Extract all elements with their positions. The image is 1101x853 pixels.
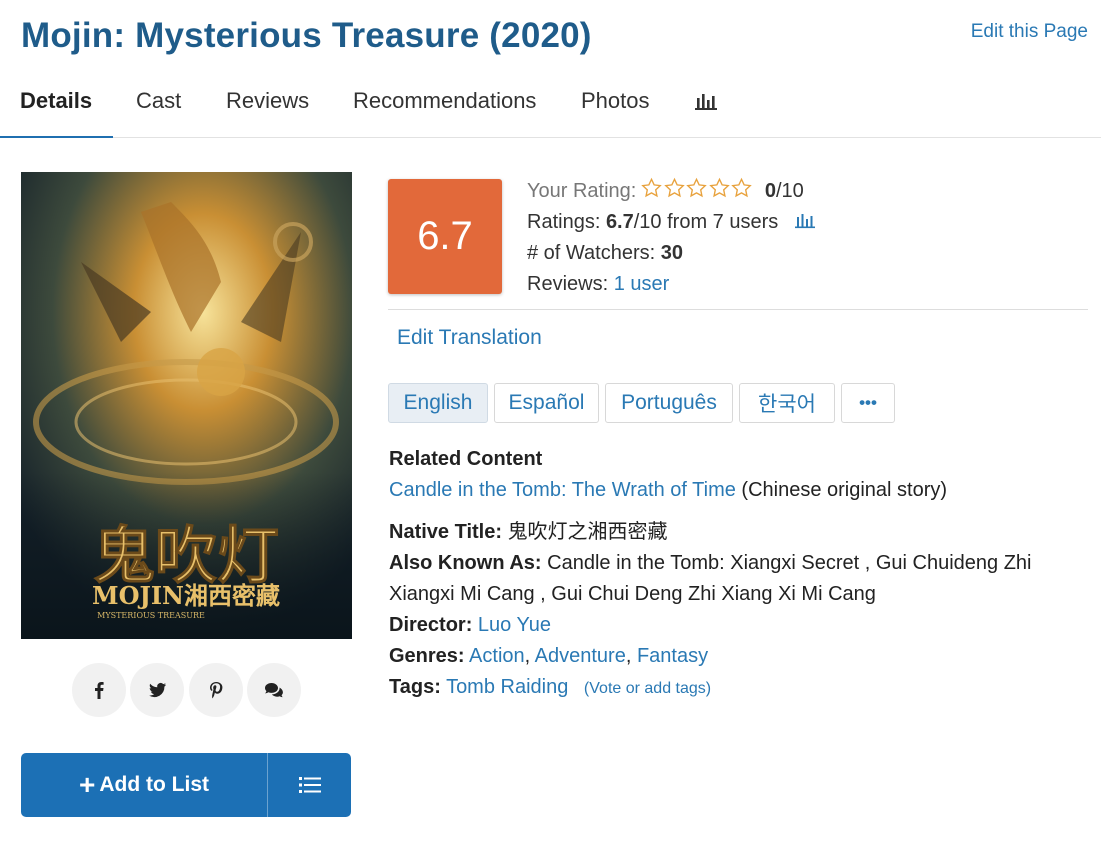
reviews-row: Reviews: 1 user xyxy=(527,269,816,300)
director-label: Director: xyxy=(389,614,473,636)
pinterest-icon xyxy=(210,682,223,699)
aka-value-2: Xiangxi Mi Cang , Gui Chui Deng Zhi Xian… xyxy=(389,583,876,605)
reviews-label: Reviews: xyxy=(527,273,609,295)
edit-translation-link[interactable]: Edit Translation xyxy=(397,326,542,350)
list-options-button[interactable] xyxy=(268,753,351,817)
lang-espanol-button[interactable]: Español xyxy=(494,383,599,423)
watchers-row: # of Watchers: 30 xyxy=(527,238,816,269)
share-pinterest-button[interactable] xyxy=(189,663,243,717)
share-twitter-button[interactable] xyxy=(130,663,184,717)
genre-link[interactable]: Adventure xyxy=(535,645,626,667)
share-facebook-button[interactable] xyxy=(72,663,126,717)
active-tab-indicator xyxy=(0,136,113,138)
comments-icon xyxy=(265,683,283,698)
lang-korean-button[interactable]: 한국어 xyxy=(739,383,835,423)
aka-value-1: Candle in the Tomb: Xiangxi Secret , Gui… xyxy=(547,552,1032,574)
tab-photos[interactable]: Photos xyxy=(581,88,650,114)
list-icon xyxy=(298,777,321,793)
aka-label: Also Known As: xyxy=(389,552,542,574)
tab-bar: Details Cast Reviews Recommendations Pho… xyxy=(0,74,1101,138)
facebook-icon xyxy=(95,682,104,699)
native-title-label: Native Title: xyxy=(389,521,502,543)
tags-label: Tags: xyxy=(389,676,441,698)
plus-icon: + xyxy=(78,769,96,800)
star-icon[interactable] xyxy=(663,177,686,199)
edit-page-link[interactable]: Edit this Page xyxy=(971,21,1088,43)
rating-stars[interactable] xyxy=(640,177,753,199)
star-icon[interactable] xyxy=(708,177,731,199)
add-to-list-group: + Add to List xyxy=(21,753,351,817)
share-comments-button[interactable] xyxy=(247,663,301,717)
divider xyxy=(388,309,1088,310)
poster-image: 鬼吹灯 MOJIN湘西密藏 MYSTERIOUS TREASURE xyxy=(21,172,352,639)
poster-subtitle: MOJIN湘西密藏 xyxy=(92,581,280,610)
related-content-heading: Related Content xyxy=(389,448,543,470)
tab-reviews[interactable]: Reviews xyxy=(226,88,309,114)
star-icon[interactable] xyxy=(640,177,663,199)
rating-info: Your Rating: 0/10 Ratings: 6.7/10 from 7 … xyxy=(527,176,816,300)
vote-tags-link[interactable]: (Vote or add tags) xyxy=(584,680,711,697)
ratings-suffix: /10 from 7 users xyxy=(633,211,779,233)
tab-cast[interactable]: Cast xyxy=(136,88,181,114)
your-rating-label: Your Rating: xyxy=(527,180,637,202)
star-icon[interactable] xyxy=(730,177,753,199)
more-languages-button[interactable]: ••• xyxy=(841,383,895,423)
director-link[interactable]: Luo Yue xyxy=(478,614,551,636)
add-to-list-button[interactable]: + Add to List xyxy=(21,753,268,817)
genres-label: Genres: xyxy=(389,645,465,667)
tag-link[interactable]: Tomb Raiding xyxy=(446,676,568,698)
tab-details[interactable]: Details xyxy=(20,88,92,114)
watchers-value: 30 xyxy=(660,242,684,264)
related-content-note: (Chinese original story) xyxy=(741,479,948,501)
your-rating-max: /10 xyxy=(775,180,804,202)
your-rating-value: 0 xyxy=(764,180,776,202)
bar-chart-icon[interactable] xyxy=(694,91,718,111)
related-content-link[interactable]: Candle in the Tomb: The Wrath of Time xyxy=(389,479,736,501)
tab-recommendations[interactable]: Recommendations xyxy=(353,88,536,114)
your-rating-row: Your Rating: 0/10 xyxy=(527,176,816,207)
star-icon[interactable] xyxy=(685,177,708,199)
ratings-value: 6.7 xyxy=(605,211,634,233)
twitter-icon xyxy=(149,682,166,698)
score-badge: 6.7 xyxy=(388,179,502,294)
ratings-row: Ratings: 6.7/10 from 7 users xyxy=(527,207,816,238)
lang-english-button[interactable]: English xyxy=(388,383,488,423)
add-to-list-label: Add to List xyxy=(99,773,209,796)
reviews-link[interactable]: 1 user xyxy=(614,273,670,295)
ratings-chart-icon[interactable] xyxy=(794,211,816,229)
genre-link[interactable]: Action xyxy=(469,645,525,667)
details-section: Related Content Candle in the Tomb: The … xyxy=(389,444,1089,704)
native-title-value: 鬼吹灯之湘西密藏 xyxy=(507,521,668,543)
watchers-label: # of Watchers: xyxy=(527,242,656,264)
page-title: Mojin: Mysterious Treasure (2020) xyxy=(21,16,592,55)
poster-small-text: MYSTERIOUS TREASURE xyxy=(97,611,205,620)
movie-poster[interactable]: 鬼吹灯 MOJIN湘西密藏 MYSTERIOUS TREASURE xyxy=(21,172,352,639)
genre-link[interactable]: Fantasy xyxy=(637,645,708,667)
lang-portugues-button[interactable]: Português xyxy=(605,383,733,423)
ratings-label: Ratings: xyxy=(527,211,601,233)
